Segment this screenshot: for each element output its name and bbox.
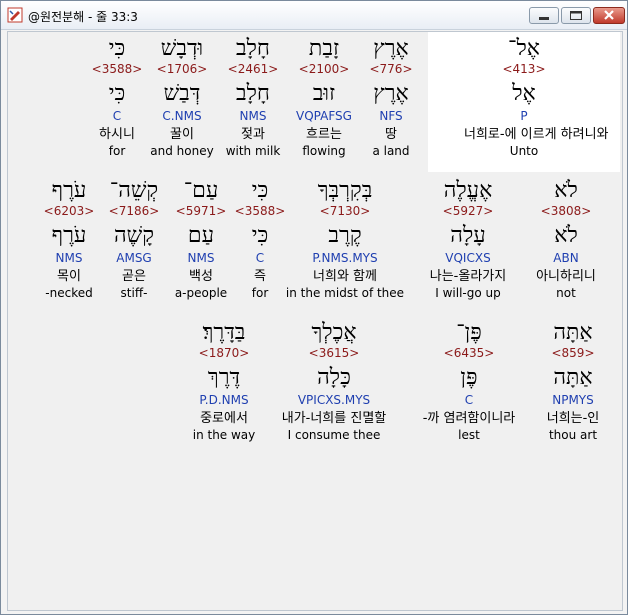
korean-gloss: 목이 xyxy=(57,269,81,284)
close-icon xyxy=(604,10,614,20)
hebrew-word: בַּדָּרֶךְ׃ xyxy=(202,320,246,345)
strong-number[interactable]: <6435> xyxy=(409,346,529,366)
word-cell-14[interactable]: אַתָּה <859> אַתָּה NPMYS 너희는-인 thou art xyxy=(513,320,628,443)
hebrew-word: כִּי xyxy=(108,36,126,61)
hebrew-word: אַתָּה xyxy=(553,320,593,345)
strong-number[interactable]: <5927> xyxy=(408,204,528,224)
word-cell-15[interactable]: פֶּן־ <6435> פֶּן C -까 염려함이니라 lest xyxy=(409,320,529,443)
parsing-code: P xyxy=(520,109,528,123)
lexical-form: עֹרֶף xyxy=(51,223,87,248)
window-title: @원전분해 - 줄 33:3 xyxy=(28,10,138,24)
word-cell-1[interactable]: אֶל־ <413> אֶל P 너희로-에 이르게 하려니와 Unto xyxy=(464,36,609,159)
parsing-code: C xyxy=(464,393,474,407)
strong-number[interactable]: <1870> xyxy=(164,346,284,366)
korean-gloss: -까 염려함이니라 xyxy=(422,411,516,426)
strong-number[interactable]: <413> xyxy=(464,62,584,82)
english-gloss: in the way xyxy=(192,428,256,442)
korean-gloss: 너희는-인 xyxy=(546,411,600,426)
close-button[interactable] xyxy=(593,7,625,24)
korean-gloss: 나는-올라가지 xyxy=(429,269,507,284)
english-gloss: I consume thee xyxy=(287,428,381,442)
korean-gloss: 너희로-에 이르게 하려니와 xyxy=(464,127,609,142)
word-cell-6[interactable]: כִּי <3588> כִּי C 하시니 for xyxy=(57,36,177,159)
hebrew-word: אֶל־ xyxy=(508,36,540,61)
parsing-code: C xyxy=(112,109,122,123)
korean-gloss: 내가-너희를 진멸할 xyxy=(281,411,387,426)
lexical-form: אַתָּה xyxy=(553,365,593,390)
parsing-code: NMS xyxy=(55,251,83,265)
parsing-panel: אֶל־ <413> אֶל P 너희로-에 이르게 하려니와 Unto אֶר… xyxy=(7,31,623,611)
parsing-code: P.D.NMS xyxy=(199,393,249,407)
lexical-form: אֶל xyxy=(512,81,536,106)
app-logo-icon xyxy=(7,7,23,23)
word-cell-8[interactable]: אֶעֱלֶה <5927> עָלָה VQICXS 나는-올라가지 I wi… xyxy=(408,178,528,301)
parsing-code: VPICXS.MYS xyxy=(297,393,371,407)
app-window: @원전분해 - 줄 33:3 אֶל־ <413> אֶל P 너희로-에 이르… xyxy=(0,0,628,615)
strong-number[interactable]: <3615> xyxy=(274,346,394,366)
minimize-button[interactable] xyxy=(529,7,559,24)
hebrew-word: אֶעֱלֶה xyxy=(443,178,493,203)
lexical-form: דֶּרֶךְ xyxy=(207,365,241,390)
maximize-icon xyxy=(570,11,582,20)
english-gloss: lest xyxy=(458,428,480,442)
english-gloss: Unto xyxy=(509,144,539,158)
hebrew-word: עֹרֶף xyxy=(51,178,87,203)
lexical-form: פֶּן xyxy=(460,365,478,390)
parsing-code: VQICXS xyxy=(445,251,491,265)
strong-number[interactable]: <859> xyxy=(513,346,628,366)
lexical-form: כָּלָה xyxy=(317,365,351,390)
word-cell-17[interactable]: בַּדָּרֶךְ׃ <1870> דֶּרֶךְ P.D.NMS 중로에서 … xyxy=(164,320,284,443)
word-cell-13[interactable]: עֹרֶף <6203> עֹרֶף NMS 목이 -necked xyxy=(9,178,129,301)
word-cell-16[interactable]: אֲכֶלְךָ <3615> כָּלָה VPICXS.MYS 내가-너희를… xyxy=(274,320,394,443)
lexical-form: כִּי xyxy=(108,81,126,106)
strong-number[interactable]: <6203> xyxy=(9,204,129,224)
hebrew-word: פֶּן־ xyxy=(456,320,482,345)
korean-gloss: 중로에서 xyxy=(200,411,248,426)
minimize-icon xyxy=(539,17,549,20)
english-gloss: for xyxy=(108,144,126,158)
title-bar[interactable]: @원전분해 - 줄 33:3 xyxy=(1,1,627,30)
strong-number[interactable]: <3588> xyxy=(57,62,177,82)
english-gloss: I will-go up xyxy=(435,286,501,300)
english-gloss: thou art xyxy=(548,428,598,442)
lexical-form: עָלָה xyxy=(450,223,486,248)
parsing-code: NPMYS xyxy=(552,393,594,407)
hebrew-word: אֲכֶלְךָ xyxy=(311,320,357,345)
korean-gloss: 하시니 xyxy=(99,127,135,142)
maximize-button[interactable] xyxy=(561,7,591,24)
english-gloss: -necked xyxy=(45,286,93,300)
